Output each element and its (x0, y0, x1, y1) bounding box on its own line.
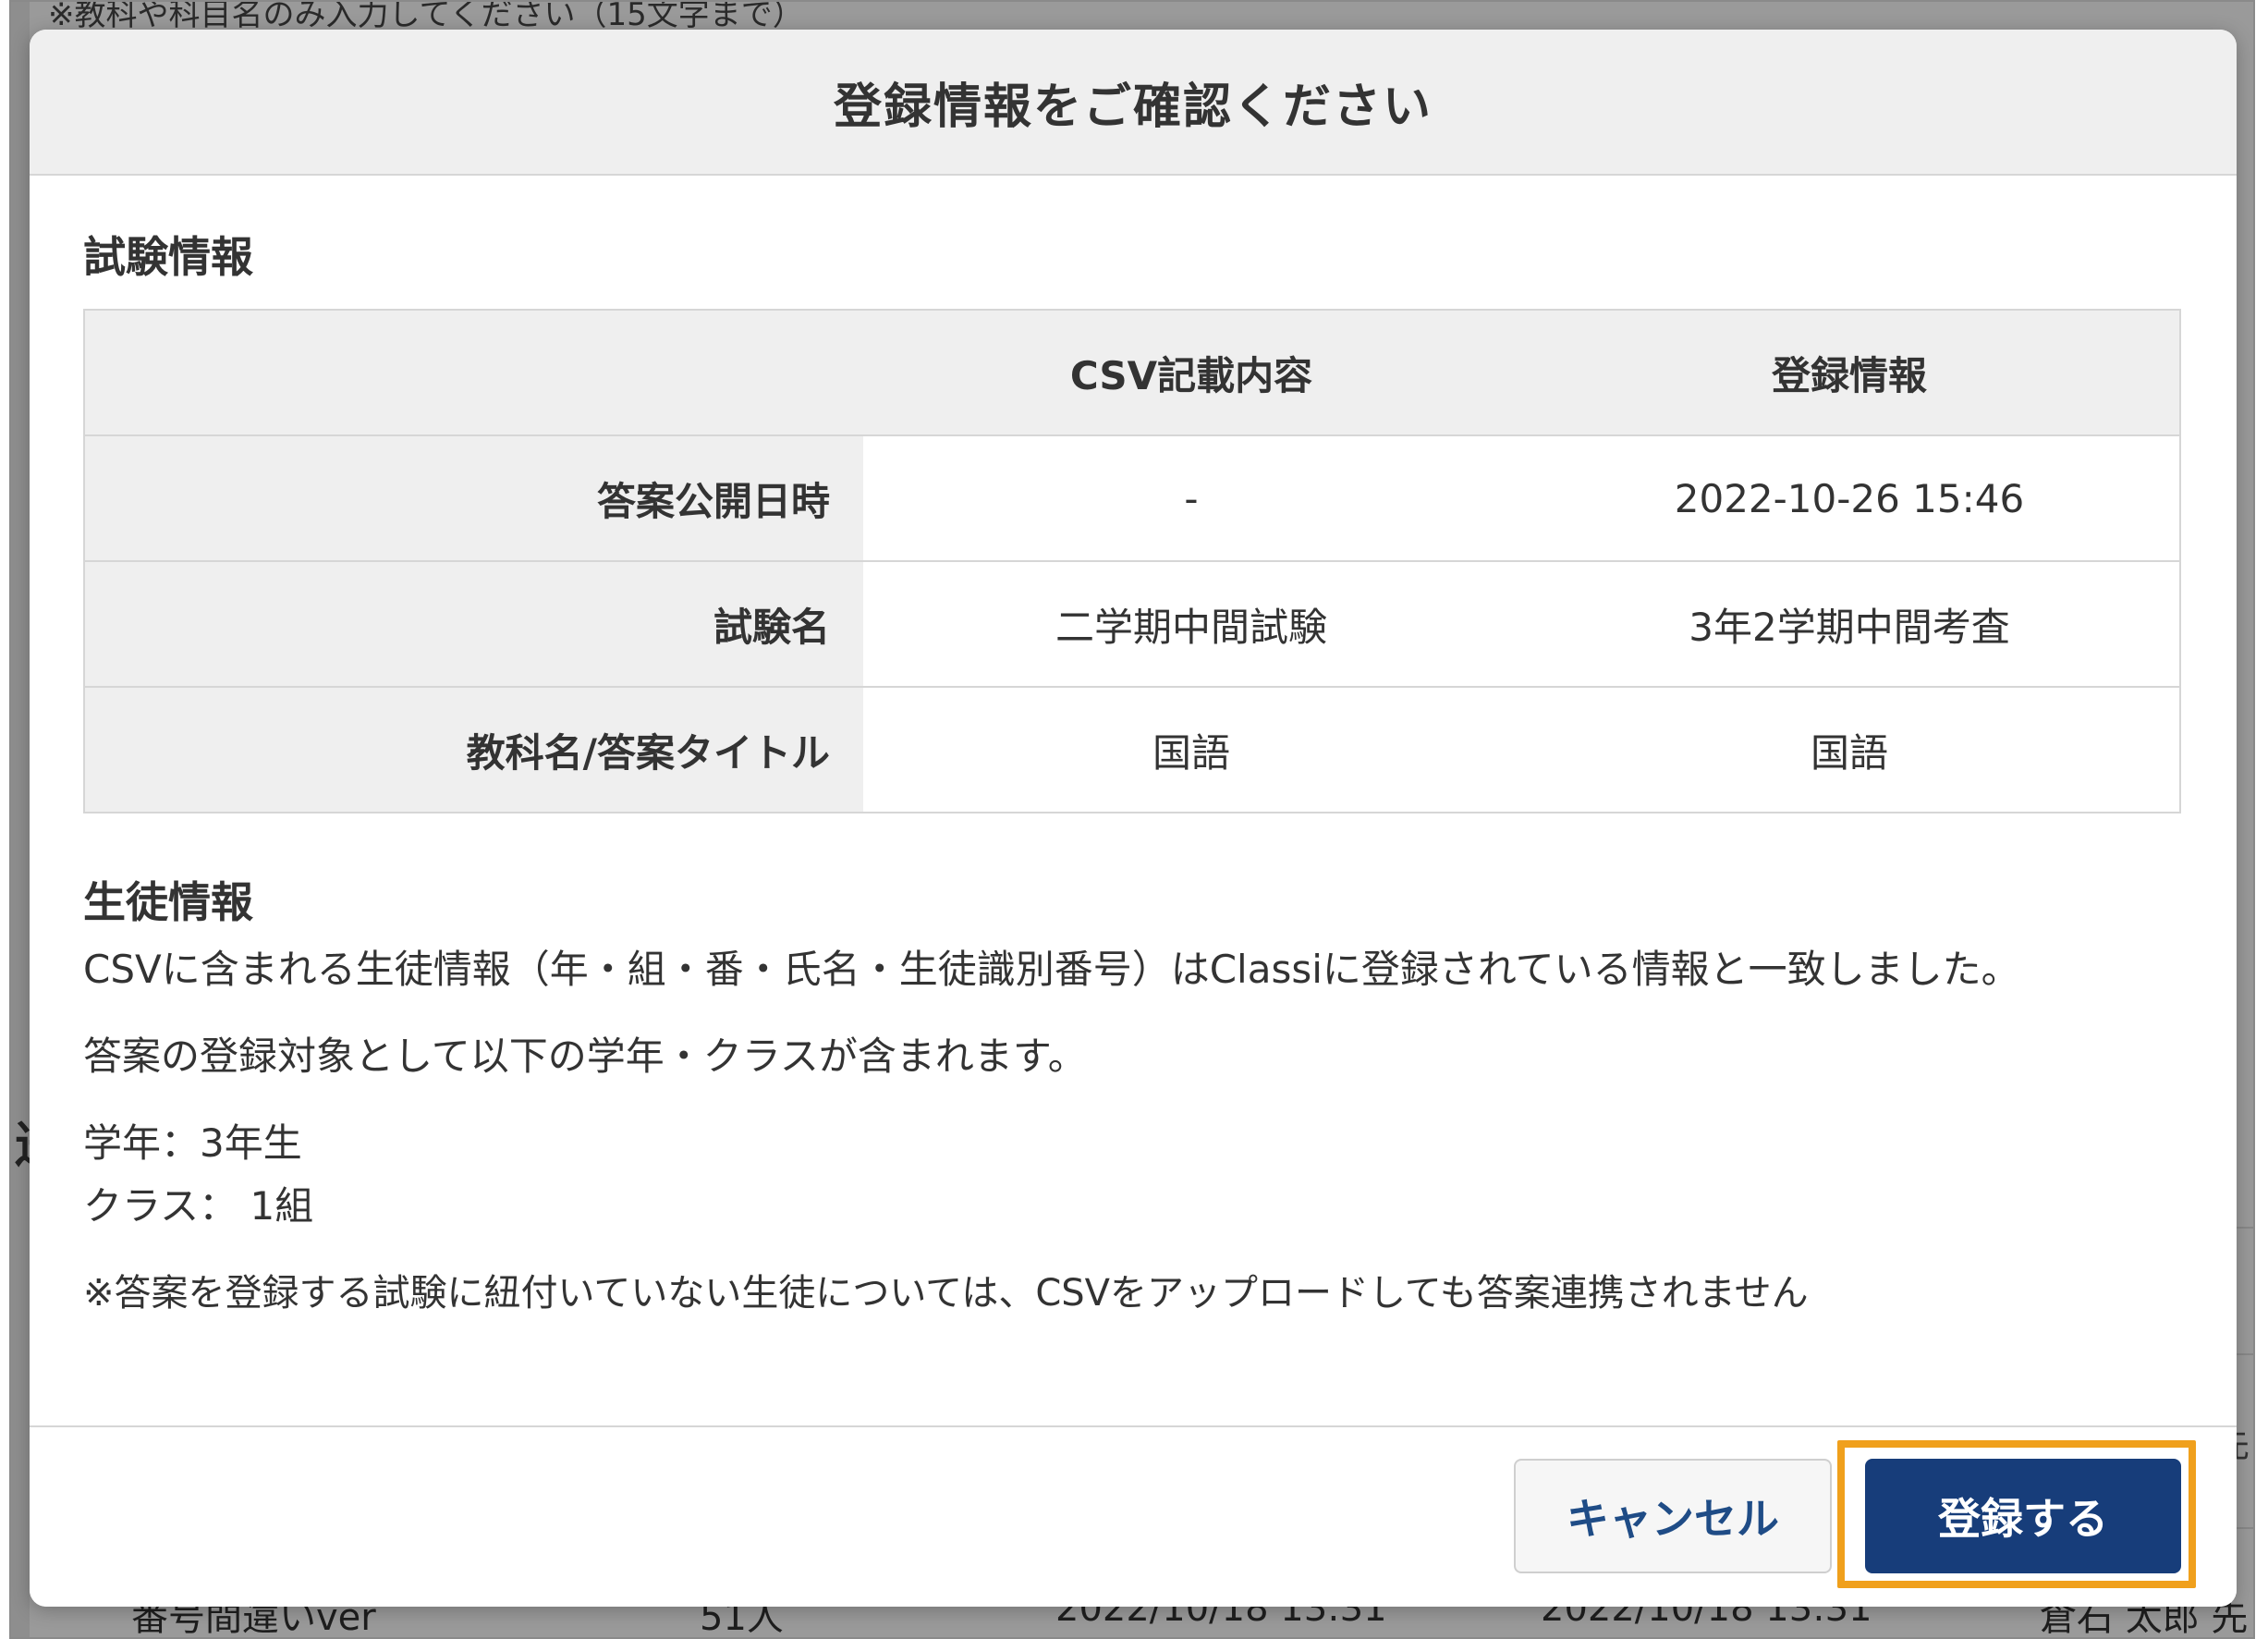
table-row: 試験名 二学期中間試験 3年2学期中間考査 (84, 561, 2180, 688)
register-button[interactable]: 登録する (1865, 1459, 2181, 1573)
dialog-body: 試験情報 CSV記載内容 登録情報 答案公開日時 - 2022-10-26 15… (30, 224, 2237, 1320)
table-header-csv: CSV記載内容 (863, 310, 1519, 436)
row-csv-value: 国語 (863, 687, 1519, 813)
row-csv-value: - (863, 435, 1519, 562)
row-label: 教科名/答案タイトル (84, 687, 863, 813)
row-csv-value: 二学期中間試験 (863, 561, 1519, 688)
row-label: 試験名 (84, 561, 863, 688)
class-line: クラス： 1組 (83, 1183, 314, 1229)
upload-note: ※答案を登録する試験に紐付いていない生徒については、CSVをアップロードしても答… (83, 1272, 1809, 1315)
confirm-dialog: 登録情報をご確認ください 試験情報 CSV記載内容 登録情報 答案公開日時 - … (30, 30, 2237, 1607)
target-text: 答案の登録対象として以下の学年・クラスが含まれます。 (83, 1034, 1087, 1079)
table-row: 教科名/答案タイトル 国語 国語 (84, 687, 2180, 813)
row-registered-value: 3年2学期中間考査 (1519, 561, 2180, 688)
row-registered-value: 国語 (1519, 687, 2180, 813)
grade-line: 学年：3年生 (83, 1120, 302, 1166)
student-section-title: 生徒情報 (83, 877, 253, 927)
table-header-empty (84, 310, 863, 436)
dialog-header: 登録情報をご確認ください (30, 30, 2237, 176)
cancel-button[interactable]: キャンセル (1514, 1459, 1832, 1573)
background-left-strip (11, 2, 30, 1637)
row-label: 答案公開日時 (84, 435, 863, 562)
row-registered-value: 2022-10-26 15:46 (1519, 435, 2180, 562)
table-header-registered: 登録情報 (1519, 310, 2180, 436)
dialog-footer: キャンセル 登録する (30, 1425, 2237, 1607)
table-row: 答案公開日時 - 2022-10-26 15:46 (84, 435, 2180, 562)
dialog-title: 登録情報をご確認ください (833, 79, 1433, 135)
exam-section-title: 試験情報 (83, 232, 253, 282)
student-match-text: CSVに含まれる生徒情報（年・組・番・氏名・生徒識別番号）はClassiに登録さ… (83, 947, 2020, 992)
table-header-row: CSV記載内容 登録情報 (84, 310, 2180, 436)
exam-info-table: CSV記載内容 登録情報 答案公開日時 - 2022-10-26 15:46 試… (83, 309, 2181, 813)
